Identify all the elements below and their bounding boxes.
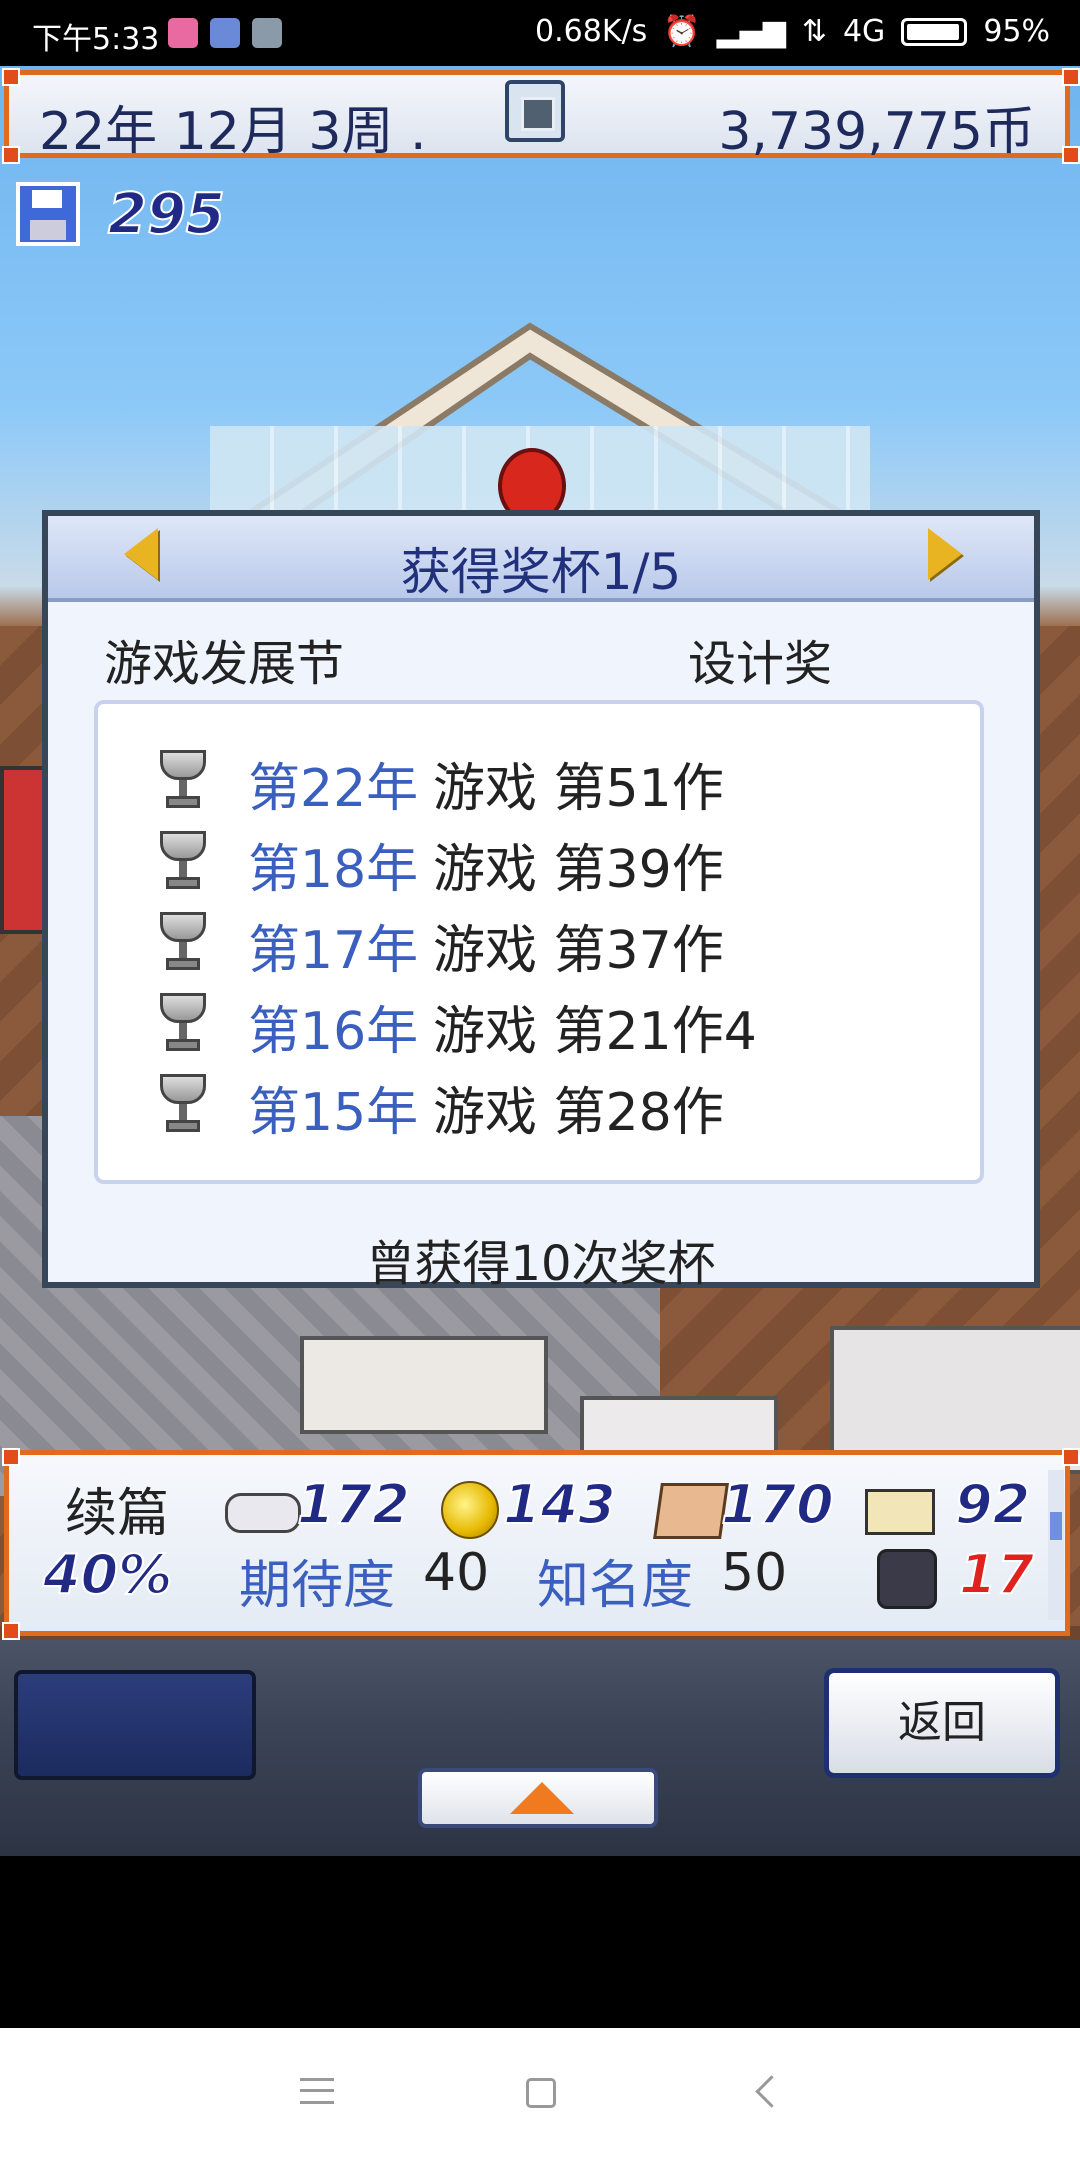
signal-icon: ▂▄▆ — [716, 14, 786, 49]
hud-corner-decoration — [1062, 1448, 1080, 1466]
expectation-value: 40 — [423, 1543, 490, 1603]
vending-machine — [0, 766, 48, 934]
map-toggle-button[interactable] — [505, 80, 565, 142]
award-event-name: 游戏发展节 — [104, 636, 345, 692]
creativity-coin-icon — [441, 1481, 499, 1539]
award-year: 第16年 — [248, 1002, 419, 1062]
sequel-label: 续篇 — [65, 1484, 170, 1544]
battery-icon — [901, 17, 968, 46]
home-icon[interactable] — [526, 2078, 556, 2108]
dialog-title: 获得奖杯1/5 — [400, 543, 682, 601]
hud-corner-decoration — [2, 1448, 20, 1466]
total-trophies-text: 曾获得10次奖杯 — [366, 1236, 716, 1292]
gamepad-icon — [225, 1493, 301, 1533]
graphics-icon — [653, 1483, 729, 1539]
award-year: 第18年 — [248, 840, 419, 900]
award-list: 第22年 游戏 第51作 第18年 游戏 第39作 第17年 游戏 第37作 第… — [94, 700, 984, 1184]
alarm-icon: ⏰ — [663, 14, 701, 49]
bottom-hud[interactable]: 续篇 40% 172 143 170 92 期待度 40 知名度 50 17 — [4, 1450, 1070, 1636]
bug-count: 17 — [958, 1542, 1035, 1607]
battery-percent: 95% — [983, 14, 1050, 49]
notification-app-icon — [168, 18, 198, 48]
trophy-dialog: 获得奖杯1/5 游戏发展节 设计奖 第22年 游戏 第51作 第18年 游戏 第… — [42, 510, 1040, 1292]
scrollbar-thumb[interactable] — [1050, 1512, 1062, 1540]
data-arrows-icon: ⇅ — [801, 14, 827, 49]
hud-corner-decoration — [2, 1622, 20, 1640]
hud-scrollbar[interactable] — [1048, 1470, 1064, 1620]
expectation-label: 期待度 — [239, 1556, 396, 1616]
status-time: 下午5:33 — [32, 22, 160, 57]
bug-icon — [877, 1549, 937, 1609]
battery-level — [907, 23, 959, 40]
status-bar: 下午5:33 0.68K/s ⏰ ▂▄▆ ⇅ 4G 95% — [0, 0, 1080, 66]
hud-corner-decoration — [2, 68, 20, 86]
status-right-group: 0.68K/s ⏰ ▂▄▆ ⇅ 4G 95% — [535, 14, 1050, 49]
hud-corner-decoration — [1062, 68, 1080, 86]
trophy-icon — [160, 1074, 206, 1134]
award-year: 第15年 — [248, 1083, 419, 1143]
expand-up-button[interactable] — [418, 1768, 658, 1828]
award-row: 第17年 游戏 第37作 — [138, 908, 958, 981]
trophy-icon — [160, 912, 206, 972]
award-game: 游戏 第21作4 — [433, 1002, 757, 1062]
hud-corner-decoration — [2, 146, 20, 164]
sound-trumpet-icon — [865, 1489, 935, 1535]
sound-stat: 92 — [954, 1472, 1031, 1537]
fame-value: 50 — [721, 1543, 788, 1603]
progress-percent: 40% — [42, 1542, 173, 1607]
award-year: 第22年 — [248, 759, 419, 819]
award-category: 设计奖 — [688, 636, 833, 692]
graphics-stat: 170 — [720, 1472, 835, 1537]
office-desk — [300, 1336, 548, 1434]
up-arrow-icon — [510, 1782, 574, 1814]
network-speed: 0.68K/s — [535, 14, 648, 49]
award-game: 游戏 第51作 — [433, 759, 724, 819]
hud-corner-decoration — [1062, 146, 1080, 164]
back-button[interactable]: 返回 — [824, 1668, 1060, 1778]
award-game: 游戏 第39作 — [433, 840, 724, 900]
game-date: 22年 12月 3周 . — [39, 102, 427, 162]
award-row: 第18年 游戏 第39作 — [138, 827, 958, 900]
creativity-stat: 143 — [502, 1472, 617, 1537]
trophy-icon — [160, 750, 206, 810]
trophy-icon — [160, 831, 206, 891]
recent-apps-icon[interactable] — [300, 2078, 334, 2104]
money-display: 3,739,775币 — [718, 102, 1035, 162]
fame-label: 知名度 — [537, 1556, 694, 1616]
floppy-disk-icon — [16, 182, 80, 246]
award-row: 第22年 游戏 第51作 — [138, 746, 958, 819]
fun-stat: 172 — [296, 1472, 411, 1537]
network-type: 4G — [842, 14, 886, 49]
letterbox-area — [0, 1856, 1080, 2028]
award-game: 游戏 第28作 — [433, 1083, 724, 1143]
save-points-count: 295 — [107, 181, 226, 248]
trophy-icon — [160, 993, 206, 1053]
award-row: 第16年 游戏 第21作4 — [138, 989, 958, 1062]
notification-game-icon — [210, 18, 240, 48]
award-row: 第15年 游戏 第28作 — [138, 1070, 958, 1143]
award-year: 第17年 — [248, 921, 419, 981]
next-page-button[interactable] — [928, 528, 962, 580]
notification-message-icon — [252, 18, 282, 48]
award-game: 游戏 第37作 — [433, 921, 724, 981]
previous-page-button[interactable] — [124, 528, 158, 580]
menu-button[interactable] — [14, 1670, 256, 1780]
